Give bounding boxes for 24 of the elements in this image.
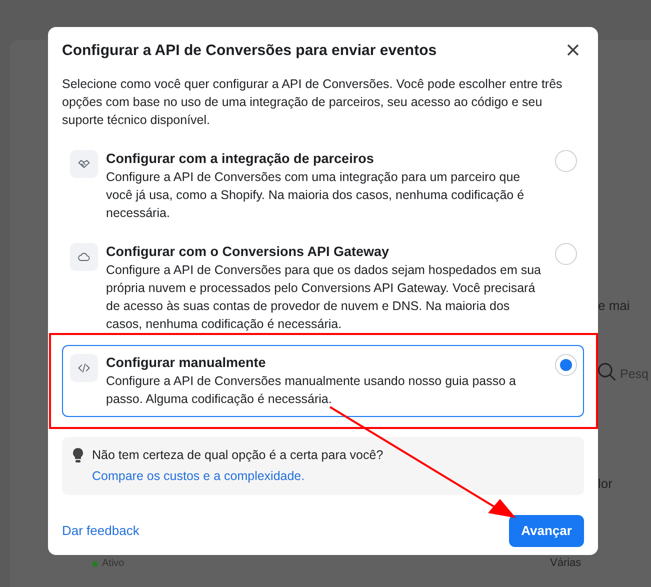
option-title: Configurar com a integração de parceiros	[106, 150, 375, 168]
lightbulb-icon	[72, 448, 84, 462]
code-icon	[77, 360, 91, 374]
radio-button[interactable]	[555, 150, 577, 172]
radio-button[interactable]	[555, 242, 577, 264]
close-button[interactable]	[566, 43, 580, 57]
option-card[interactable]: Configurar manualmente Configure a API de Conversões manualmente usando nosso guia passo a passo. Alguma codificação é necessária.	[62, 344, 584, 416]
feedback-link[interactable]: Dar feedback	[62, 521, 140, 541]
compare-link[interactable]: Compare os custos e a complexidade.	[92, 468, 305, 482]
row-value: Várias	[550, 556, 582, 570]
option-description: Configure a API de Conversões com uma integração para um parceiro que você já usa, como a Shopify. Na maioria dos casos, nenhuma codificação é necessária.	[106, 168, 526, 222]
option-title: Configurar com o Conversions API Gateway	[106, 242, 390, 260]
option-title: Configurar manualmente	[106, 354, 267, 372]
option-card[interactable]: Configurar com a integração de parceiros Configure a API de Conversões com uma integração para um parceiro que você já usa, como a Shopify. Na maioria dos casos, nenhuma codificação é necessária.	[62, 140, 584, 230]
option-description: Configure a API de Conversões para que os dados sejam hospedados em sua própria nuvem e processados pelo Conversions API Gateway. Você precisará de acesso às suas contas de provedor de nuvem e DNS. Na maioria dos casos, nenhuma codificação é necessária.	[106, 262, 542, 332]
next-button[interactable]: Avançar	[509, 515, 584, 547]
column-text: lor	[598, 475, 612, 493]
chart-label: e mai	[598, 297, 630, 315]
option-description: Configure a API de Conversões manualmente usando nosso guia passo a passo. Alguma codificação é necessária.	[106, 372, 517, 408]
radio-button[interactable]	[555, 354, 577, 376]
search-icon	[596, 361, 618, 383]
dialog-description: Selecione como você quer configurar a API de Conversões. Você pode escolher entre três opções com base no uso de uma integração de parceiros, seu acesso ao código e seu suporte técnico disponível.	[62, 76, 564, 128]
tip-text: Não tem certeza de qual opção é a certa para você? Compare os custos e a complexidade.	[92, 446, 384, 485]
dialog-title: Configurar a API de Conversões para enviar eventos	[62, 41, 437, 61]
